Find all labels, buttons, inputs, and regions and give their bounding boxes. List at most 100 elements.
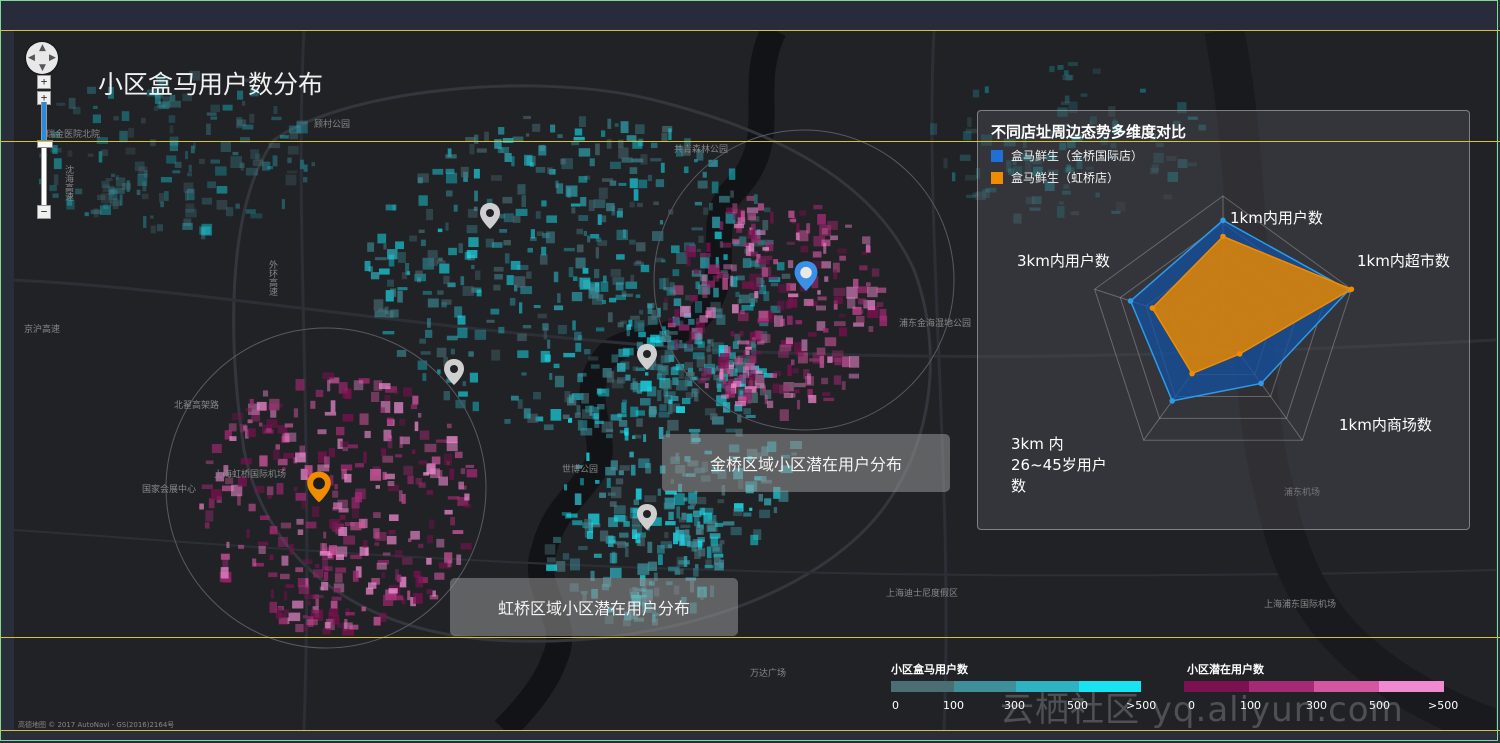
- community-block: [342, 628, 354, 636]
- community-block: [373, 512, 381, 518]
- community-block: [335, 567, 347, 573]
- community-block: [394, 549, 403, 558]
- community-block: [568, 267, 574, 278]
- community-block: [660, 355, 671, 364]
- community-block: [447, 560, 452, 568]
- community-block: [289, 543, 294, 555]
- community-block: [554, 375, 564, 388]
- store-pin-gray-3[interactable]: [636, 343, 658, 371]
- community-block: [686, 258, 691, 267]
- community-block: [491, 349, 501, 361]
- community-block: [770, 282, 779, 287]
- community-block: [659, 220, 664, 225]
- community-block: [584, 518, 592, 529]
- community-block: [691, 388, 698, 398]
- community-block: [269, 526, 278, 535]
- community-block: [695, 564, 699, 569]
- community-block: [382, 331, 395, 335]
- community-block: [285, 584, 294, 588]
- community-block: [426, 589, 433, 595]
- community-block: [159, 193, 164, 203]
- community-block: [268, 142, 281, 149]
- community-block: [697, 521, 701, 528]
- map-label: 上海迪士尼度假区: [886, 589, 959, 599]
- community-block: [694, 301, 703, 313]
- map-compass[interactable]: ▲ ▼ ◀ ▶: [26, 42, 58, 74]
- community-block: [415, 270, 423, 279]
- community-block: [640, 380, 652, 392]
- store-pin-gray-1[interactable]: [479, 202, 501, 230]
- community-block: [972, 89, 980, 98]
- community-block: [517, 184, 526, 195]
- map-attribution[interactable]: 高德地图 © 2017 AutoNavi - GS(2016)2164号: [18, 720, 174, 730]
- community-block: [663, 302, 668, 311]
- community-block: [445, 222, 449, 231]
- community-block: [866, 282, 871, 287]
- community-block: [297, 529, 304, 535]
- community-block: [382, 552, 391, 556]
- community-block: [726, 207, 733, 214]
- community-block: [395, 241, 404, 250]
- community-block: [390, 288, 397, 297]
- community-block: [686, 513, 693, 523]
- store-pin-jinqiao[interactable]: [793, 260, 819, 292]
- community-block: [691, 227, 703, 231]
- community-block: [588, 199, 595, 212]
- community-block: [335, 554, 344, 560]
- community-block: [623, 347, 634, 356]
- community-block: [732, 203, 738, 214]
- community-block: [328, 447, 335, 458]
- hongqiao-callout: 虹桥区域小区潜在用户分布: [450, 578, 738, 636]
- community-block: [99, 205, 111, 215]
- community-block: [740, 310, 745, 315]
- community-block: [679, 320, 684, 325]
- community-block: [719, 221, 724, 230]
- store-pin-hongqiao[interactable]: [306, 470, 332, 504]
- store-pin-gray-4[interactable]: [636, 503, 658, 531]
- community-block: [754, 291, 759, 299]
- community-block: [565, 185, 578, 197]
- community-block: [813, 204, 823, 210]
- community-block: [952, 172, 956, 182]
- community-block: [490, 308, 500, 315]
- store-pin-gray-2[interactable]: [443, 358, 465, 386]
- users-scale-tick: 0: [892, 699, 899, 712]
- community-block: [664, 532, 669, 539]
- zoom-slider[interactable]: [37, 102, 53, 212]
- community-block: [573, 276, 578, 281]
- community-block: [588, 356, 599, 361]
- community-block: [562, 553, 570, 560]
- community-block: [701, 274, 707, 286]
- community-block: [629, 239, 636, 245]
- map-canvas[interactable]: ▲ ▼ ◀ ▶ + + − 小区盒马用户数分布 瑞金医院北院 顾村公园 沈海高速 外…: [14, 30, 1496, 730]
- community-block: [636, 202, 643, 208]
- community-block: [463, 503, 471, 508]
- community-block: [220, 553, 230, 560]
- community-block: [868, 326, 874, 333]
- community-block: [658, 411, 670, 418]
- community-block: [352, 570, 359, 582]
- community-block: [606, 203, 615, 212]
- community-block: [688, 428, 701, 433]
- community-block: [269, 601, 277, 613]
- community-block: [578, 176, 588, 183]
- community-block: [692, 376, 698, 381]
- community-block: [673, 298, 682, 307]
- community-block: [730, 331, 735, 337]
- community-block: [206, 112, 217, 116]
- community-block: [777, 300, 785, 311]
- community-block: [595, 143, 600, 156]
- community-block: [630, 464, 636, 476]
- community-block: [201, 484, 213, 489]
- community-block: [343, 535, 356, 545]
- radar-point: [1348, 286, 1355, 293]
- community-block: [303, 164, 308, 172]
- community-block: [568, 394, 574, 404]
- community-block: [245, 209, 256, 214]
- community-block: [719, 195, 730, 203]
- community-block: [879, 308, 887, 321]
- community-block: [560, 158, 566, 165]
- zoom-out-button[interactable]: −: [37, 205, 51, 219]
- zoom-in-small-button[interactable]: +: [37, 75, 51, 89]
- community-block: [638, 179, 648, 189]
